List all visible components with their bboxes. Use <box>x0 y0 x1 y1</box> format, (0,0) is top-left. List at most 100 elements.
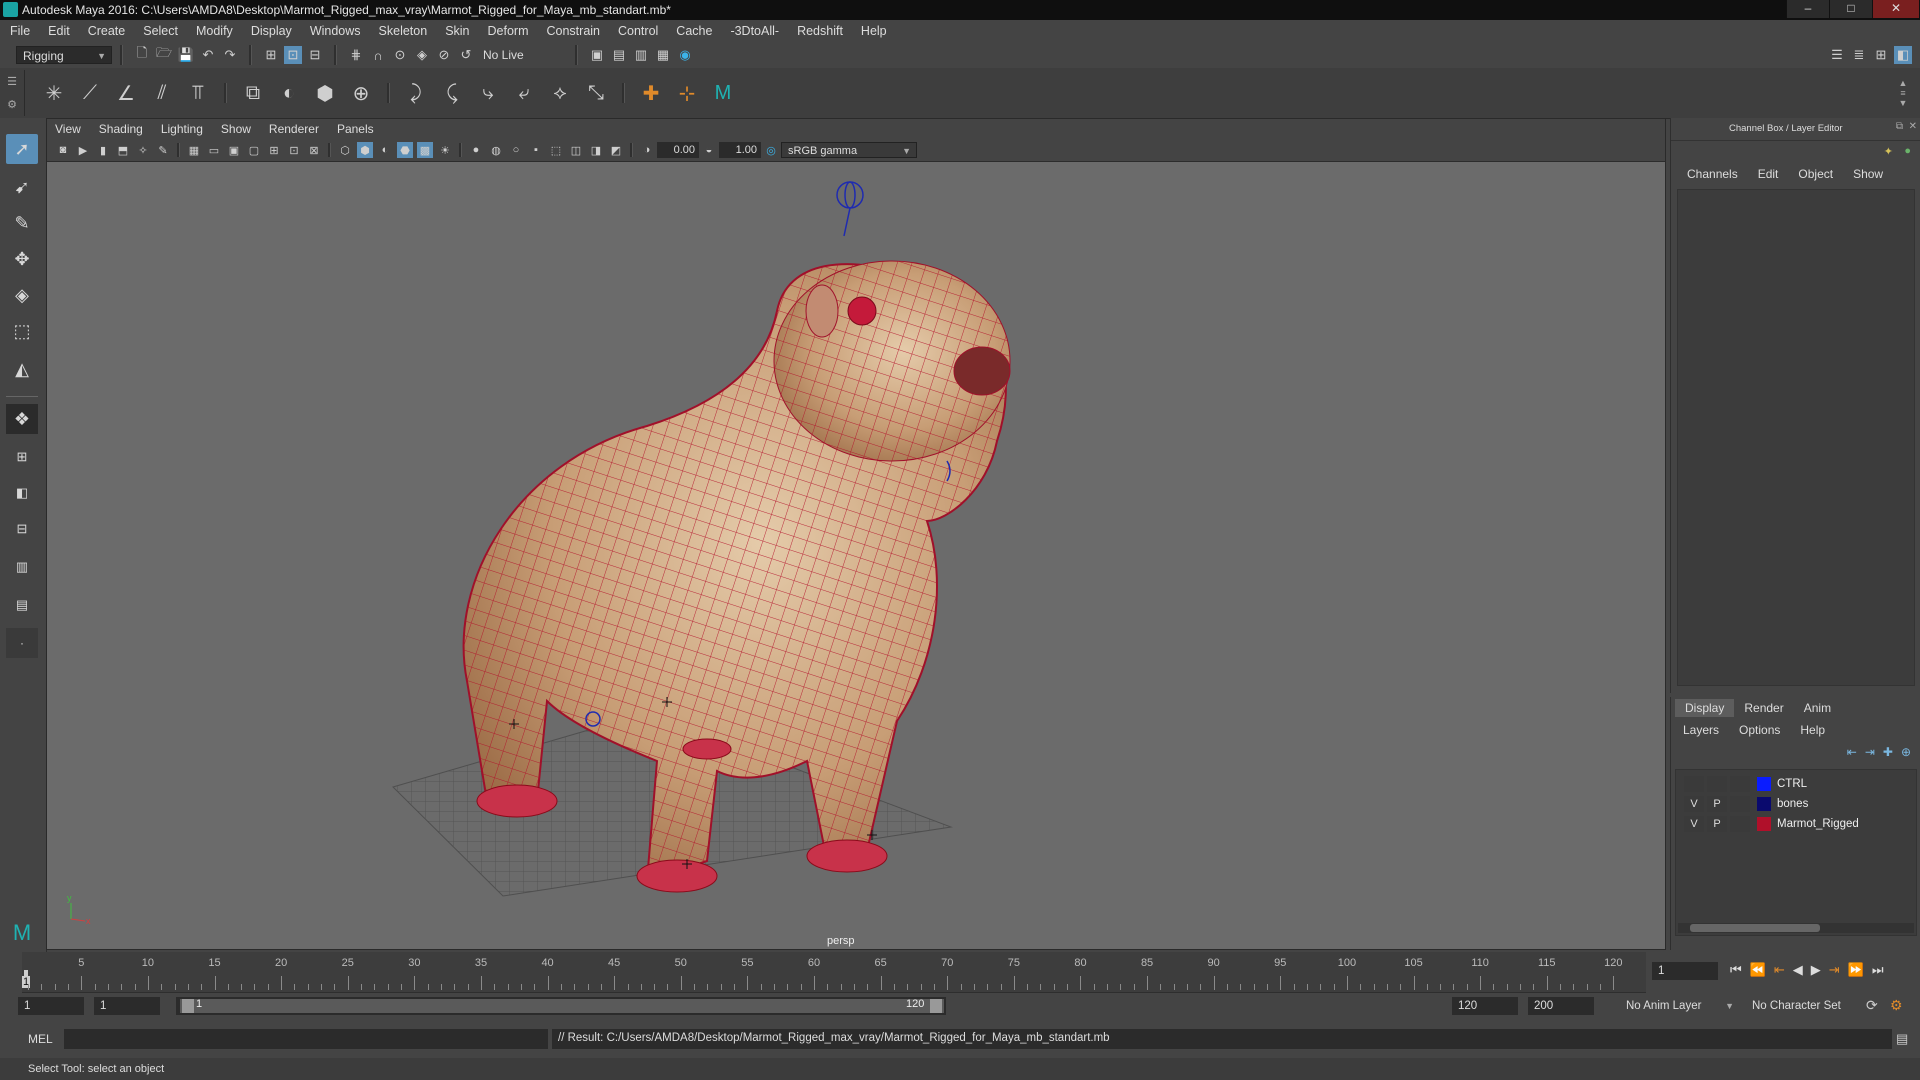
rotate-tool-icon[interactable]: ◈ <box>6 280 38 310</box>
vp-menu-renderer[interactable]: Renderer <box>260 119 328 139</box>
current-frame-field[interactable]: 1 <box>1652 962 1718 980</box>
select-component-icon[interactable]: ⊟ <box>306 46 324 64</box>
point-constraint-icon[interactable]: ✚ <box>636 78 666 108</box>
scrollbar-thumb[interactable] <box>1690 924 1820 932</box>
vp-menu-show[interactable]: Show <box>212 119 260 139</box>
step-back-frame-icon[interactable]: ⏪ <box>1750 962 1766 978</box>
float-panel-icon[interactable]: ⧉ <box>1896 121 1903 132</box>
edit-menu[interactable]: Edit <box>1748 165 1789 183</box>
ik-handle-icon[interactable]: ⟋ <box>75 78 105 108</box>
default-material-icon[interactable]: ◐ <box>377 142 393 158</box>
layer-row[interactable]: V P bones <box>1684 794 1920 814</box>
ik-spline-icon[interactable]: ∠ <box>111 78 141 108</box>
play-forwards-icon[interactable]: ▶ <box>1811 962 1821 978</box>
snap-curve-icon[interactable]: ∩ <box>369 46 387 64</box>
go-to-start-icon[interactable]: ⏮ <box>1730 962 1742 978</box>
single-perspective-layout-icon[interactable]: ❖ <box>6 404 38 434</box>
move-tool-icon[interactable]: ✥ <box>6 244 38 274</box>
open-scene-icon[interactable]: 🗁 <box>155 45 173 64</box>
layer-row[interactable]: CTRL <box>1684 774 1920 794</box>
snap-point-icon[interactable]: ⊙ <box>391 46 409 64</box>
playback-start-field[interactable]: 1 <box>94 997 160 1015</box>
vp-menu-lighting[interactable]: Lighting <box>152 119 212 139</box>
command-input[interactable] <box>64 1029 548 1049</box>
grease-pencil-icon[interactable]: ✎ <box>155 142 171 158</box>
minimize-button[interactable]: – <box>1786 0 1829 18</box>
layer-visibility-toggle[interactable]: V <box>1684 796 1704 812</box>
layers-menu[interactable]: Layers <box>1673 721 1729 739</box>
grid-icon[interactable]: ▦ <box>186 142 202 158</box>
render-frame-icon[interactable]: ▤ <box>610 46 628 64</box>
parent-constraint-icon[interactable]: ⟡ <box>545 78 575 108</box>
safe-action-icon[interactable]: ⊡ <box>286 142 302 158</box>
layer-color-swatch[interactable] <box>1757 797 1771 811</box>
xray-components-icon[interactable]: ◩ <box>608 142 624 158</box>
wireframe-icon[interactable]: ⬡ <box>337 142 353 158</box>
last-tool-icon[interactable]: ◭ <box>6 354 38 384</box>
menu-edit[interactable]: Edit <box>39 20 79 42</box>
select-tool-icon[interactable]: ➚ <box>6 134 38 164</box>
script-editor-icon[interactable]: ▤ <box>1896 1031 1908 1047</box>
character-set-dropdown[interactable]: No Character Set <box>1746 997 1864 1015</box>
step-forward-key-icon[interactable]: ⇥ <box>1829 962 1840 978</box>
scale-tool-icon[interactable]: ⬚ <box>6 316 38 346</box>
start-time-field[interactable]: 1 <box>18 997 84 1015</box>
aim-constraint-icon[interactable]: ⤡ <box>581 78 611 108</box>
shelf-settings-icon[interactable]: ⚙ <box>7 98 17 111</box>
joint-tool-icon[interactable]: ✳ <box>39 78 69 108</box>
select-hierarchy-icon[interactable]: ⊞ <box>262 46 280 64</box>
color-management-icon[interactable]: ◎ <box>763 142 779 158</box>
tab-render[interactable]: Render <box>1734 699 1793 717</box>
save-scene-icon[interactable]: 💾 <box>177 46 195 64</box>
maximize-button[interactable]: □ <box>1829 0 1872 18</box>
menu-constrain[interactable]: Constrain <box>538 20 610 42</box>
range-start-handle[interactable] <box>182 999 194 1013</box>
shelf-menu-icon[interactable]: ☰ <box>7 75 17 88</box>
layer-type-toggle[interactable] <box>1730 776 1750 792</box>
gate-mask-icon[interactable]: ▢ <box>246 142 262 158</box>
layer-type-toggle[interactable] <box>1730 796 1750 812</box>
range-end-handle[interactable] <box>930 999 942 1013</box>
close-button[interactable]: ✕ <box>1872 0 1919 18</box>
menu-windows[interactable]: Windows <box>301 20 370 42</box>
lasso-tool-icon[interactable]: ➹ <box>6 172 38 202</box>
textured-icon[interactable]: ▩ <box>417 142 433 158</box>
go-to-end-icon[interactable]: ⏭ <box>1872 962 1884 978</box>
layer-playback-toggle[interactable]: P <box>1707 796 1727 812</box>
ipr-render-icon[interactable]: ▥ <box>632 46 650 64</box>
film-gate-icon[interactable]: ▭ <box>206 142 222 158</box>
snap-surface-icon[interactable]: ⊘ <box>435 46 453 64</box>
smooth-shade-icon[interactable]: ⬢ <box>357 142 373 158</box>
vp-menu-panels[interactable]: Panels <box>328 119 383 139</box>
live-surface-field[interactable]: No Live Surface <box>477 46 567 80</box>
field-chart-icon[interactable]: ⊞ <box>266 142 282 158</box>
paint-weights-icon[interactable]: ⤹ <box>437 78 467 108</box>
layer-horizontal-scrollbar[interactable] <box>1678 923 1914 933</box>
menu-create[interactable]: Create <box>79 20 135 42</box>
animation-preferences-icon[interactable]: ⚙ <box>1890 997 1903 1014</box>
snap-grid-icon[interactable]: ⋕ <box>347 46 365 64</box>
detach-skin-icon[interactable]: ⤷ <box>473 78 503 108</box>
attribute-editor-icon[interactable]: ≣ <box>1850 46 1868 64</box>
render-view-icon[interactable]: ▦ <box>654 46 672 64</box>
undo-icon[interactable]: ↶ <box>199 46 217 64</box>
panel-options-icon[interactable]: · <box>6 628 38 658</box>
add-influence-icon[interactable]: ⤶ <box>509 78 539 108</box>
menu-file[interactable]: File <box>0 20 39 42</box>
vp-menu-shading[interactable]: Shading <box>90 119 152 139</box>
exposure-field[interactable]: 0.00 <box>657 142 699 158</box>
step-back-key-icon[interactable]: ⇤ <box>1774 962 1785 978</box>
menu-select[interactable]: Select <box>134 20 187 42</box>
layer-type-toggle[interactable] <box>1730 816 1750 832</box>
anti-aliasing-icon[interactable]: ▪ <box>528 142 544 158</box>
shelf-scroll[interactable]: ▲ ≡ ▼ <box>1896 78 1910 108</box>
anim-layer-dropdown[interactable]: No Anim Layer ▼ <box>1620 997 1738 1015</box>
shelf-tabs-handle[interactable]: ☰ ⚙ <box>0 70 25 116</box>
time-ruler[interactable]: 1 5 10 15 20 25 30 35 40 45 50 55 60 65 70 75 80 85 90 95 1… <box>22 952 1646 993</box>
2d-pan-zoom-icon[interactable]: ✧ <box>135 142 151 158</box>
resolution-gate-icon[interactable]: ▣ <box>226 142 242 158</box>
insert-joint-icon[interactable]: ⫽ <box>147 78 177 108</box>
persp-graph-layout-icon[interactable]: ⊟ <box>6 514 38 544</box>
range-bar[interactable]: 1 120 <box>176 997 946 1015</box>
move-layer-down-icon[interactable]: ⇥ <box>1865 745 1875 759</box>
